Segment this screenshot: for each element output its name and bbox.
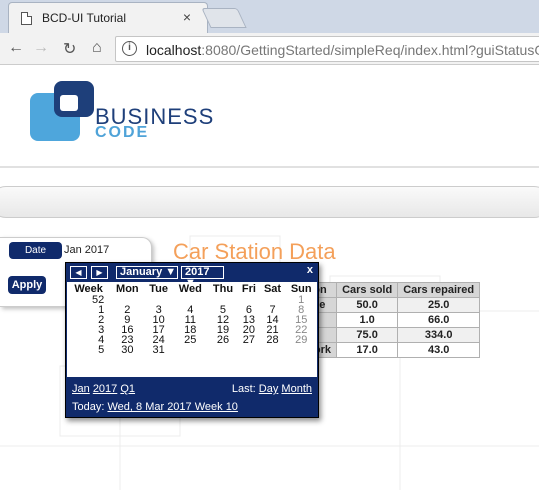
table-cell: 50.0 (336, 297, 399, 313)
logo-text-code: CODE (95, 124, 150, 141)
calendar-day[interactable]: 26 (208, 335, 239, 346)
calendar-popup: ◀ ▶ January ▼ 2017 ▼ x WeekMonTueWedThuF… (65, 262, 319, 418)
url-host: localhost (146, 42, 202, 58)
calendar-week-row: 4 23 24 25 26 27 28 29 (67, 335, 317, 346)
calendar-day (208, 345, 239, 355)
calendar-day[interactable]: 28 (260, 335, 286, 346)
back-arrow-icon[interactable]: ← (8, 39, 24, 57)
table-cell: 75.0 (336, 327, 399, 343)
calendar-weekday-row: Week Mon Tue Wed Thu Fri Sat Sun (67, 282, 317, 295)
month-select[interactable]: January ▼ (116, 266, 178, 279)
weekday-header: Tue (149, 282, 169, 295)
calendar-day[interactable]: 30 (110, 345, 144, 356)
calendar-day[interactable]: 31 (144, 345, 172, 356)
home-icon[interactable]: ⌂ (92, 39, 102, 57)
calendar-day (260, 345, 286, 355)
url-path: :8080/GettingStarted/simpleReq/index.htm… (201, 42, 539, 58)
page-header: BUSINESS CODE (0, 66, 539, 166)
url-text: localhost:8080/GettingStarted/simpleReq/… (146, 42, 539, 58)
browser-tab[interactable]: BCD-UI Tutorial × (8, 2, 208, 33)
calendar-close-icon[interactable]: x (307, 264, 313, 276)
prev-month-icon[interactable]: ◀ (70, 266, 87, 279)
calendar-grid: Week Mon Tue Wed Thu Fri Sat Sun 52 1 1 2 3 4 5 6 7 8 2 9 1… (67, 282, 317, 377)
calendar-day[interactable]: 25 (173, 335, 208, 346)
header-divider (0, 166, 539, 168)
calendar-day (173, 345, 208, 355)
address-bar[interactable]: i localhost:8080/GettingStarted/simpleRe… (115, 36, 539, 62)
info-icon[interactable]: i (122, 41, 137, 56)
calendar-day[interactable]: 29 (285, 335, 317, 346)
today-link[interactable]: Wed, 8 Mar 2017 Week 10 (107, 401, 237, 413)
weekday-header: Mon (116, 282, 139, 295)
reload-icon[interactable]: ↻ (63, 39, 76, 59)
week-number[interactable]: 5 (67, 345, 110, 356)
table-cell: 334.0 (397, 327, 481, 343)
forward-arrow-icon[interactable]: → (33, 39, 49, 57)
last-links: Last: Day Month (232, 383, 312, 395)
table-cell: 43.0 (397, 342, 481, 358)
date-input[interactable]: Jan 2017 (64, 242, 144, 259)
browser-toolbar: ← → ↻ ⌂ i localhost:8080/GettingStarted/… (0, 33, 539, 65)
page-content: BUSINESS CODE Date Jan 2017 Apply Car St… (0, 66, 539, 490)
weekday-header: Fri (241, 282, 256, 295)
table-cell: 17.0 (336, 342, 399, 358)
today-label: Today: (72, 401, 105, 413)
close-tab-icon[interactable]: × (183, 9, 191, 25)
column-header-cars-sold: Cars sold (336, 282, 399, 298)
calendar-header: ◀ ▶ January ▼ 2017 ▼ x (66, 263, 318, 289)
year-link[interactable]: 2017 (93, 383, 117, 395)
calendar-footer-row: Jan 2017 Q1 Last: Day Month (72, 383, 312, 397)
apply-button[interactable]: Apply (8, 276, 46, 294)
table-cell: 66.0 (397, 312, 481, 328)
last-month-link[interactable]: Month (281, 383, 312, 395)
last-label: Last: (231, 383, 256, 395)
year-select[interactable]: 2017 ▼ (181, 266, 224, 289)
tab-title: BCD-UI Tutorial (42, 11, 127, 25)
next-month-icon[interactable]: ▶ (91, 266, 108, 279)
quarter-link[interactable]: Q1 (120, 383, 135, 395)
weekday-header: Thu (212, 282, 234, 295)
calendar-day[interactable]: 27 (238, 335, 259, 346)
menu-bar (0, 186, 539, 218)
browser-tab-strip: BCD-UI Tutorial × (0, 0, 539, 33)
jan-link[interactable]: Jan (72, 383, 90, 395)
last-day-link[interactable]: Day (259, 383, 279, 395)
calendar-today-row: Today: Wed, 8 Mar 2017 Week 10 (72, 401, 312, 415)
weekday-header: Wed (178, 282, 202, 295)
calendar-week-row: 5 30 31 (67, 345, 317, 356)
weekday-header: Sat (263, 282, 282, 295)
calendar-footer: Jan 2017 Q1 Last: Day Month Today: Wed, … (66, 378, 318, 418)
page-icon (21, 12, 32, 25)
new-tab-button[interactable] (201, 8, 247, 28)
table-cell: 1.0 (336, 312, 399, 328)
calendar-day (285, 345, 317, 355)
calendar-day (238, 345, 259, 355)
calendar-table: Week Mon Tue Wed Thu Fri Sat Sun 52 1 1 2 3 4 5 6 7 8 2 9 1… (67, 282, 317, 356)
column-header-cars-repaired: Cars repaired (397, 282, 481, 298)
table-cell: 25.0 (397, 297, 481, 313)
date-label: Date (9, 242, 62, 259)
